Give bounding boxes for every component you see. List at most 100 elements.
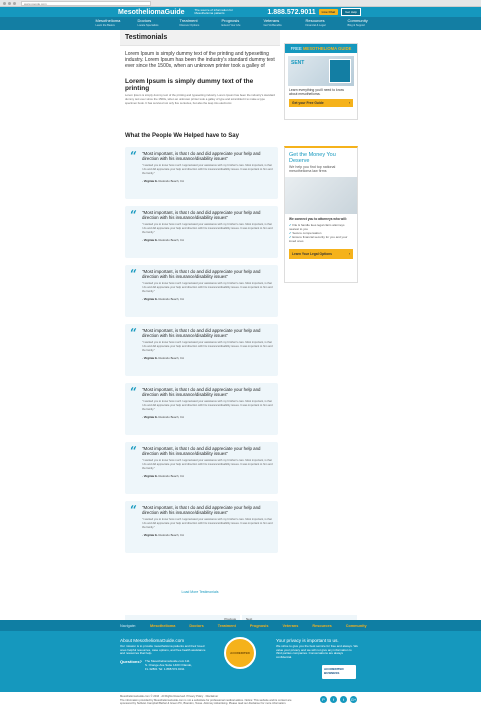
testimonial-quote: "Most important, is that I do and did ap…: [142, 328, 261, 339]
footer-link-mesothelioma[interactable]: Mesothelioma: [150, 624, 175, 628]
author-location: Redondo Beach, CA: [158, 473, 184, 478]
money-connect-text: We connect you to attorneys who will:: [289, 216, 347, 221]
testimonial-author: - Virginia G. Redondo Beach, CA: [142, 415, 273, 419]
footer-nav: Navigate: Mesothelioma Doctors Treatment Pr…: [0, 620, 481, 631]
book-icon: [329, 59, 351, 83]
legal-options-button[interactable]: Learn Your Legal Options ›: [289, 248, 353, 259]
family-photo: [285, 176, 357, 214]
nav-label: Mesothelioma: [95, 18, 121, 23]
author-name: - Virginia G.: [142, 532, 158, 537]
footer-address: The MesotheliomaGuide.com 111 S. Orange …: [145, 659, 192, 671]
footer-privacy: Your privacy is important to us. We stri…: [276, 638, 358, 660]
guide-heading-free: FREE: [290, 46, 302, 51]
free-guide-widget: FREE MESOTHELIOMA GUIDE SENT Learn every…: [284, 43, 358, 120]
author-name: - Virginia G.: [142, 414, 158, 419]
author-name: - Virginia G.: [142, 237, 158, 242]
footer-link-doctors[interactable]: Doctors: [189, 624, 203, 628]
browser-chrome: www.google.com: [0, 0, 481, 7]
get-help-button[interactable]: Get Help: [341, 8, 361, 16]
footer-about-text: Our mission is to provide mesothelioma p…: [120, 643, 206, 656]
author-location: Redondo Beach, CA: [158, 355, 184, 360]
quote-icon: “: [130, 503, 137, 517]
footer-link-prognosis[interactable]: Prognosis: [250, 624, 269, 628]
footer-nav-label: Navigate:: [120, 623, 137, 628]
testimonial-card: “ "Most important, is that I do and did a…: [125, 265, 278, 317]
section-body: Lorem Ipsum is simply dummy text of the …: [125, 93, 275, 105]
testimonial-card: “ "Most important, is that I do and did a…: [125, 442, 278, 494]
footer-link-community[interactable]: Community: [346, 624, 367, 628]
window-dot[interactable]: [3, 1, 6, 5]
testimonial-author: - Virginia G. Redondo Beach, CA: [142, 533, 273, 537]
facebook-icon[interactable]: f: [330, 696, 337, 703]
arrow-right-icon: ›: [348, 101, 350, 106]
phone-number[interactable]: 1.888.572.9011: [267, 9, 315, 16]
site-logo[interactable]: MesotheliomaGuide: [118, 9, 185, 16]
author-name: - Virginia G.: [142, 355, 158, 360]
social-links: P f t G+: [320, 696, 357, 703]
benefits-list: File & handle fees legal claim attorneys…: [285, 221, 357, 245]
nav-item-mesothelioma[interactable]: Mesothelioma Learn the Basics: [95, 18, 134, 30]
quote-icon: “: [130, 385, 137, 399]
legal-options-widget: Get the Money You Deserve We help you fi…: [284, 146, 358, 283]
testimonial-body: "I wanted you to know how much I appreci…: [142, 164, 273, 175]
quote-icon: “: [130, 444, 137, 458]
page-title: Testimonials: [120, 30, 280, 46]
live-chat-button[interactable]: Live Chat: [318, 9, 339, 15]
money-subtitle: We help you find top national mesothelio…: [289, 165, 336, 174]
free-guide-button[interactable]: Get your Free Guide ›: [289, 99, 353, 108]
money-title: Get the Money You Deserve: [289, 152, 336, 164]
nav-item-treatment[interactable]: Treatment Discover Options: [179, 18, 218, 30]
nav-sublabel: Extend Your Life: [221, 23, 241, 27]
nav-label: Treatment: [179, 18, 198, 23]
author-name: - Virginia G.: [142, 296, 158, 301]
nav-label: Doctors: [137, 18, 152, 23]
testimonials-heading: What the People We Helped have to Say: [125, 133, 239, 139]
testimonial-body: "I wanted you to know how much I appreci…: [142, 223, 273, 234]
twitter-icon[interactable]: t: [340, 696, 347, 703]
privacy-title: Your privacy is important to us.: [276, 638, 339, 643]
window-dot[interactable]: [8, 1, 11, 5]
quote-icon: “: [130, 267, 137, 281]
footer-link-veterans[interactable]: Veterans: [282, 624, 298, 628]
guide-image: SENT: [288, 56, 354, 86]
nav-item-resources[interactable]: Resources Financial & Legal: [306, 18, 344, 30]
bbb-badge[interactable]: ACCREDITED BUSINESS: [322, 665, 356, 679]
arrow-right-icon: ›: [348, 251, 350, 256]
intro-text: Lorem Ipsum is simply dummy text of the …: [125, 51, 275, 70]
site-footer: About MesotheliomaGuide.com Our mission …: [0, 631, 481, 692]
testimonial-author: - Virginia G. Redondo Beach, CA: [142, 297, 273, 301]
author-name: - Virginia G.: [142, 178, 158, 183]
google-plus-icon[interactable]: G+: [350, 696, 357, 703]
nav-label: Prognosis: [221, 18, 240, 23]
pinterest-icon[interactable]: P: [320, 696, 327, 703]
guide-description: Learn everything you'll need to know abo…: [289, 88, 344, 97]
testimonial-body: "I wanted you to know how much I appreci…: [142, 459, 273, 470]
guide-heading: FREE MESOTHELIOMA GUIDE: [285, 44, 357, 53]
nav-item-prognosis[interactable]: Prognosis Extend Your Life: [221, 18, 260, 30]
nav-item-community[interactable]: Community Blog & Support: [348, 18, 386, 30]
guide-image-text: SENT: [291, 60, 305, 66]
quote-icon: “: [130, 326, 137, 340]
sidebar: FREE MESOTHELIOMA GUIDE SENT Learn every…: [284, 43, 358, 283]
testimonial-body: "I wanted you to know how much I appreci…: [142, 518, 273, 529]
window-dot[interactable]: [13, 1, 16, 5]
load-more-link[interactable]: Load More Testimonials: [120, 590, 280, 594]
address-bar[interactable]: www.google.com: [21, 0, 151, 6]
footer-link-treatment[interactable]: Treatment: [218, 624, 236, 628]
nav-sublabel: Locate Specialists: [137, 23, 159, 27]
testimonial-body: "I wanted you to know how much I appreci…: [142, 341, 273, 352]
nav-sublabel: Learn the Basics: [95, 23, 115, 27]
free-guide-button-label: Get your Free Guide: [292, 101, 324, 106]
testimonial-body: "I wanted you to know how much I appreci…: [142, 282, 273, 293]
footer-link-resources[interactable]: Resources: [312, 624, 331, 628]
main-nav: Mesothelioma Learn the Basics Doctors Locat…: [0, 17, 481, 30]
footer-about: About MesotheliomaGuide.com Our mission …: [120, 638, 208, 672]
testimonial-card: “ "Most important, is that I do and did a…: [125, 206, 278, 258]
nav-sublabel: Discover Options: [179, 23, 200, 27]
site-tagline: The source of information for Mesothelio…: [194, 7, 233, 15]
guide-heading-title: MESOTHELIOMA GUIDE: [302, 46, 352, 51]
author-location: Redondo Beach, CA: [158, 237, 184, 242]
nav-item-veterans[interactable]: Veterans Get VA Benefits: [264, 18, 302, 30]
quote-icon: “: [130, 208, 137, 222]
nav-item-doctors[interactable]: Doctors Locate Specialists: [137, 18, 176, 30]
